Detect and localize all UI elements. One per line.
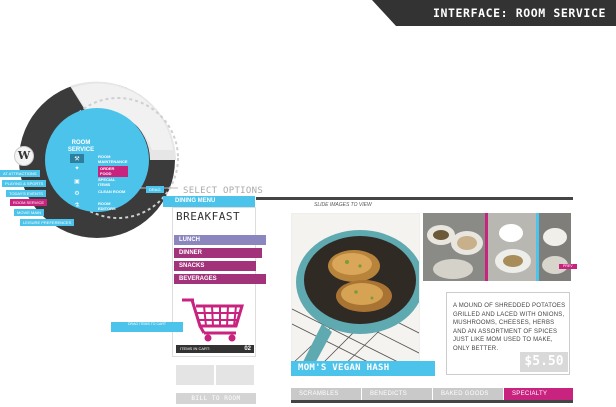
wheel-title: ROOM SERVICE [67, 140, 95, 153]
side-tag-attractions[interactable]: AT ATTRACTIONS [0, 170, 40, 177]
items-in-cart-bar: ITEMS IN CART: 02 [176, 345, 254, 353]
side-tag-events[interactable]: TODAY'S EVENTS [6, 190, 46, 197]
page-header-banner: INTERFACE: ROOM SERVICE [372, 0, 616, 26]
menu-special-items[interactable]: SPECIAL ITEMS [98, 177, 128, 187]
drag-items-note: DRAG ITEMS TO CART [111, 322, 183, 332]
side-tag-movies[interactable]: MOVIE MAIN [14, 209, 45, 216]
bottom-divider [291, 400, 573, 403]
menu-clean-room[interactable]: CLEAN ROOM [98, 189, 128, 195]
svg-text:⚒: ⚒ [74, 156, 80, 163]
side-tag-room-service[interactable]: ROOM SERVICE [10, 199, 48, 206]
top-divider [256, 197, 573, 200]
tab-baked-goods[interactable]: BAKED GOODS [433, 388, 503, 400]
category-lunch[interactable]: LUNCH [174, 235, 266, 245]
page-title: INTERFACE: ROOM SERVICE [432, 6, 606, 20]
tab-scrambles[interactable]: SCRAMBLES [291, 388, 361, 400]
svg-text:⚗: ⚗ [74, 202, 80, 209]
thumbnail-images [423, 213, 571, 281]
items-in-cart-count: 02 [244, 346, 251, 352]
menu-room-editors[interactable]: ROOM EDITORS [98, 201, 128, 211]
svg-text:▣: ▣ [74, 178, 80, 185]
menu-order-food[interactable]: ORDER FOOD [98, 166, 128, 177]
side-tag-leisure[interactable]: LEISURE PREFERENCES [20, 219, 75, 226]
category-dinner[interactable]: DINNER [174, 248, 262, 258]
items-in-cart-label: ITEMS IN CART: [180, 346, 210, 351]
slide-images-hint: SLIDE IMAGES TO VIEW [314, 202, 372, 208]
select-options-heading: SELECT OPTIONS [183, 186, 264, 196]
category-beverages[interactable]: BEVERAGES [174, 274, 266, 284]
skillet-hash-image [292, 214, 419, 375]
dish-price[interactable]: $5.50 [520, 352, 568, 372]
cart-drop-zone[interactable] [178, 296, 250, 342]
cart-item-slot-2[interactable] [216, 365, 254, 385]
subcategory-tabs: SCRAMBLES BENEDICTS BAKED GOODS SPECIALT… [291, 388, 573, 400]
tab-specialty[interactable]: SPECIALTY [504, 388, 573, 400]
category-breakfast[interactable]: BREAKFAST [176, 210, 240, 223]
shopping-cart-icon [182, 298, 245, 342]
category-snacks[interactable]: SNACKS [174, 261, 256, 271]
hotel-logo[interactable]: W [14, 146, 34, 166]
tab-dining-menu[interactable]: DINING MENU [163, 196, 255, 207]
svg-text:✦: ✦ [74, 165, 79, 172]
menu-room-maintenance[interactable]: ROOM MAINTENANCE [98, 154, 128, 164]
dish-description: A MOUND OF SHREDDED POTATOES GRILLED AND… [453, 303, 566, 352]
svg-text:⚙: ⚙ [74, 190, 79, 197]
image-nav-tag[interactable]: PREV [559, 264, 577, 269]
image-thumbnail-strip[interactable] [423, 213, 571, 281]
tab-benedicts[interactable]: BENEDICTS [362, 388, 432, 400]
dish-main-photo[interactable] [291, 213, 420, 376]
bill-to-room-button[interactable]: BILL TO ROOM [176, 393, 256, 404]
cart-item-slot-1[interactable] [176, 365, 214, 385]
wheel-pointer-tag[interactable]: DRAG [146, 186, 164, 193]
side-tag-sports[interactable]: PLAYING & SPORTS [2, 180, 47, 187]
dish-name-banner: MOM'S VEGAN HASH [291, 361, 435, 376]
